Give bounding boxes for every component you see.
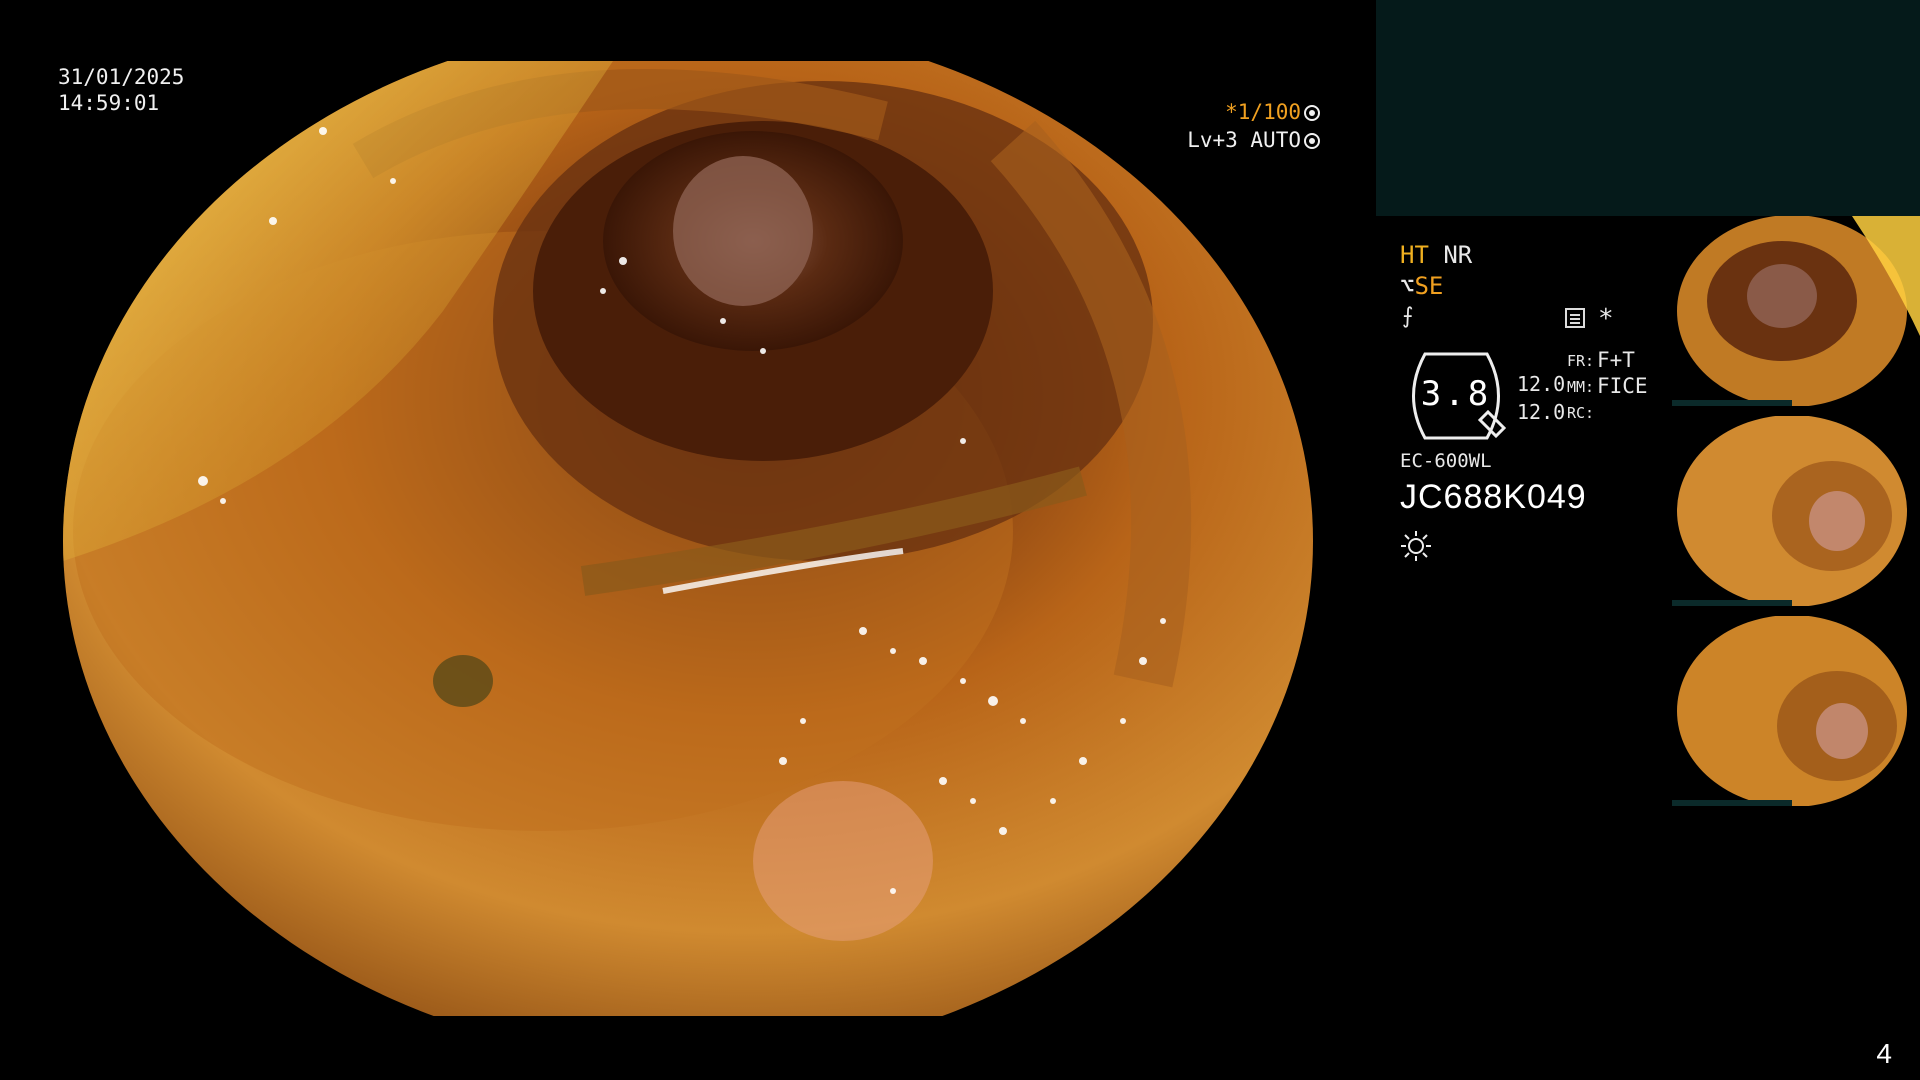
- mode-indicators: HT NR: [1400, 240, 1472, 270]
- captured-image-thumbnail[interactable]: [1672, 216, 1920, 406]
- fr-label: FR:: [1567, 352, 1595, 370]
- zoom-setting-1: 12.0: [1517, 372, 1566, 396]
- shutter-icon: [1304, 105, 1320, 121]
- auto-icon: [1304, 133, 1320, 149]
- captured-image-thumbnail[interactable]: [1672, 616, 1920, 806]
- rc-label: RC:: [1567, 404, 1595, 422]
- datetime-display: 31/01/2025 14:59:01: [58, 64, 184, 116]
- nr-mode: NR: [1443, 241, 1473, 269]
- secondary-display-panel: [1376, 0, 1920, 216]
- level-text: Lv+3 AUTO: [1187, 128, 1301, 152]
- date-text: 31/01/2025: [58, 65, 185, 89]
- structure-icon: ⌥: [1400, 272, 1415, 300]
- settings-icon: [1565, 308, 1585, 328]
- asterisk-mark: *: [1598, 304, 1614, 334]
- captured-image-thumbnail[interactable]: [1672, 416, 1920, 606]
- shutter-indicator: *1/100: [1225, 99, 1320, 125]
- mm-label: MM:: [1567, 378, 1595, 396]
- light-icon: [1401, 531, 1431, 561]
- endoscope-main-view: [63, 61, 1313, 1016]
- shutter-text: *1/100: [1225, 100, 1301, 124]
- mucosa-image: [63, 61, 1313, 1016]
- time-text: 14:59:01: [58, 91, 160, 115]
- ht-mode: HT: [1400, 241, 1429, 269]
- page-number: 4: [1876, 1038, 1892, 1069]
- thumbnail-label: [1672, 600, 1792, 606]
- scope-serial: JC688K049: [1400, 478, 1587, 516]
- se-indicator: ⌥SE: [1400, 272, 1443, 300]
- thumbnail-label: [1672, 400, 1792, 406]
- curve-icon: ⨍: [1402, 304, 1414, 329]
- thumbnail-label: [1672, 800, 1792, 806]
- fr-value: F+T: [1597, 348, 1635, 372]
- scope-model: EC-600WL: [1400, 450, 1492, 472]
- zoom-value: 3.8: [1420, 374, 1492, 414]
- level-indicator: Lv+3 AUTO: [1187, 127, 1320, 153]
- se-mode: SE: [1414, 272, 1444, 300]
- zoom-setting-2: 12.0: [1517, 400, 1566, 424]
- mm-value: FICE: [1597, 374, 1648, 398]
